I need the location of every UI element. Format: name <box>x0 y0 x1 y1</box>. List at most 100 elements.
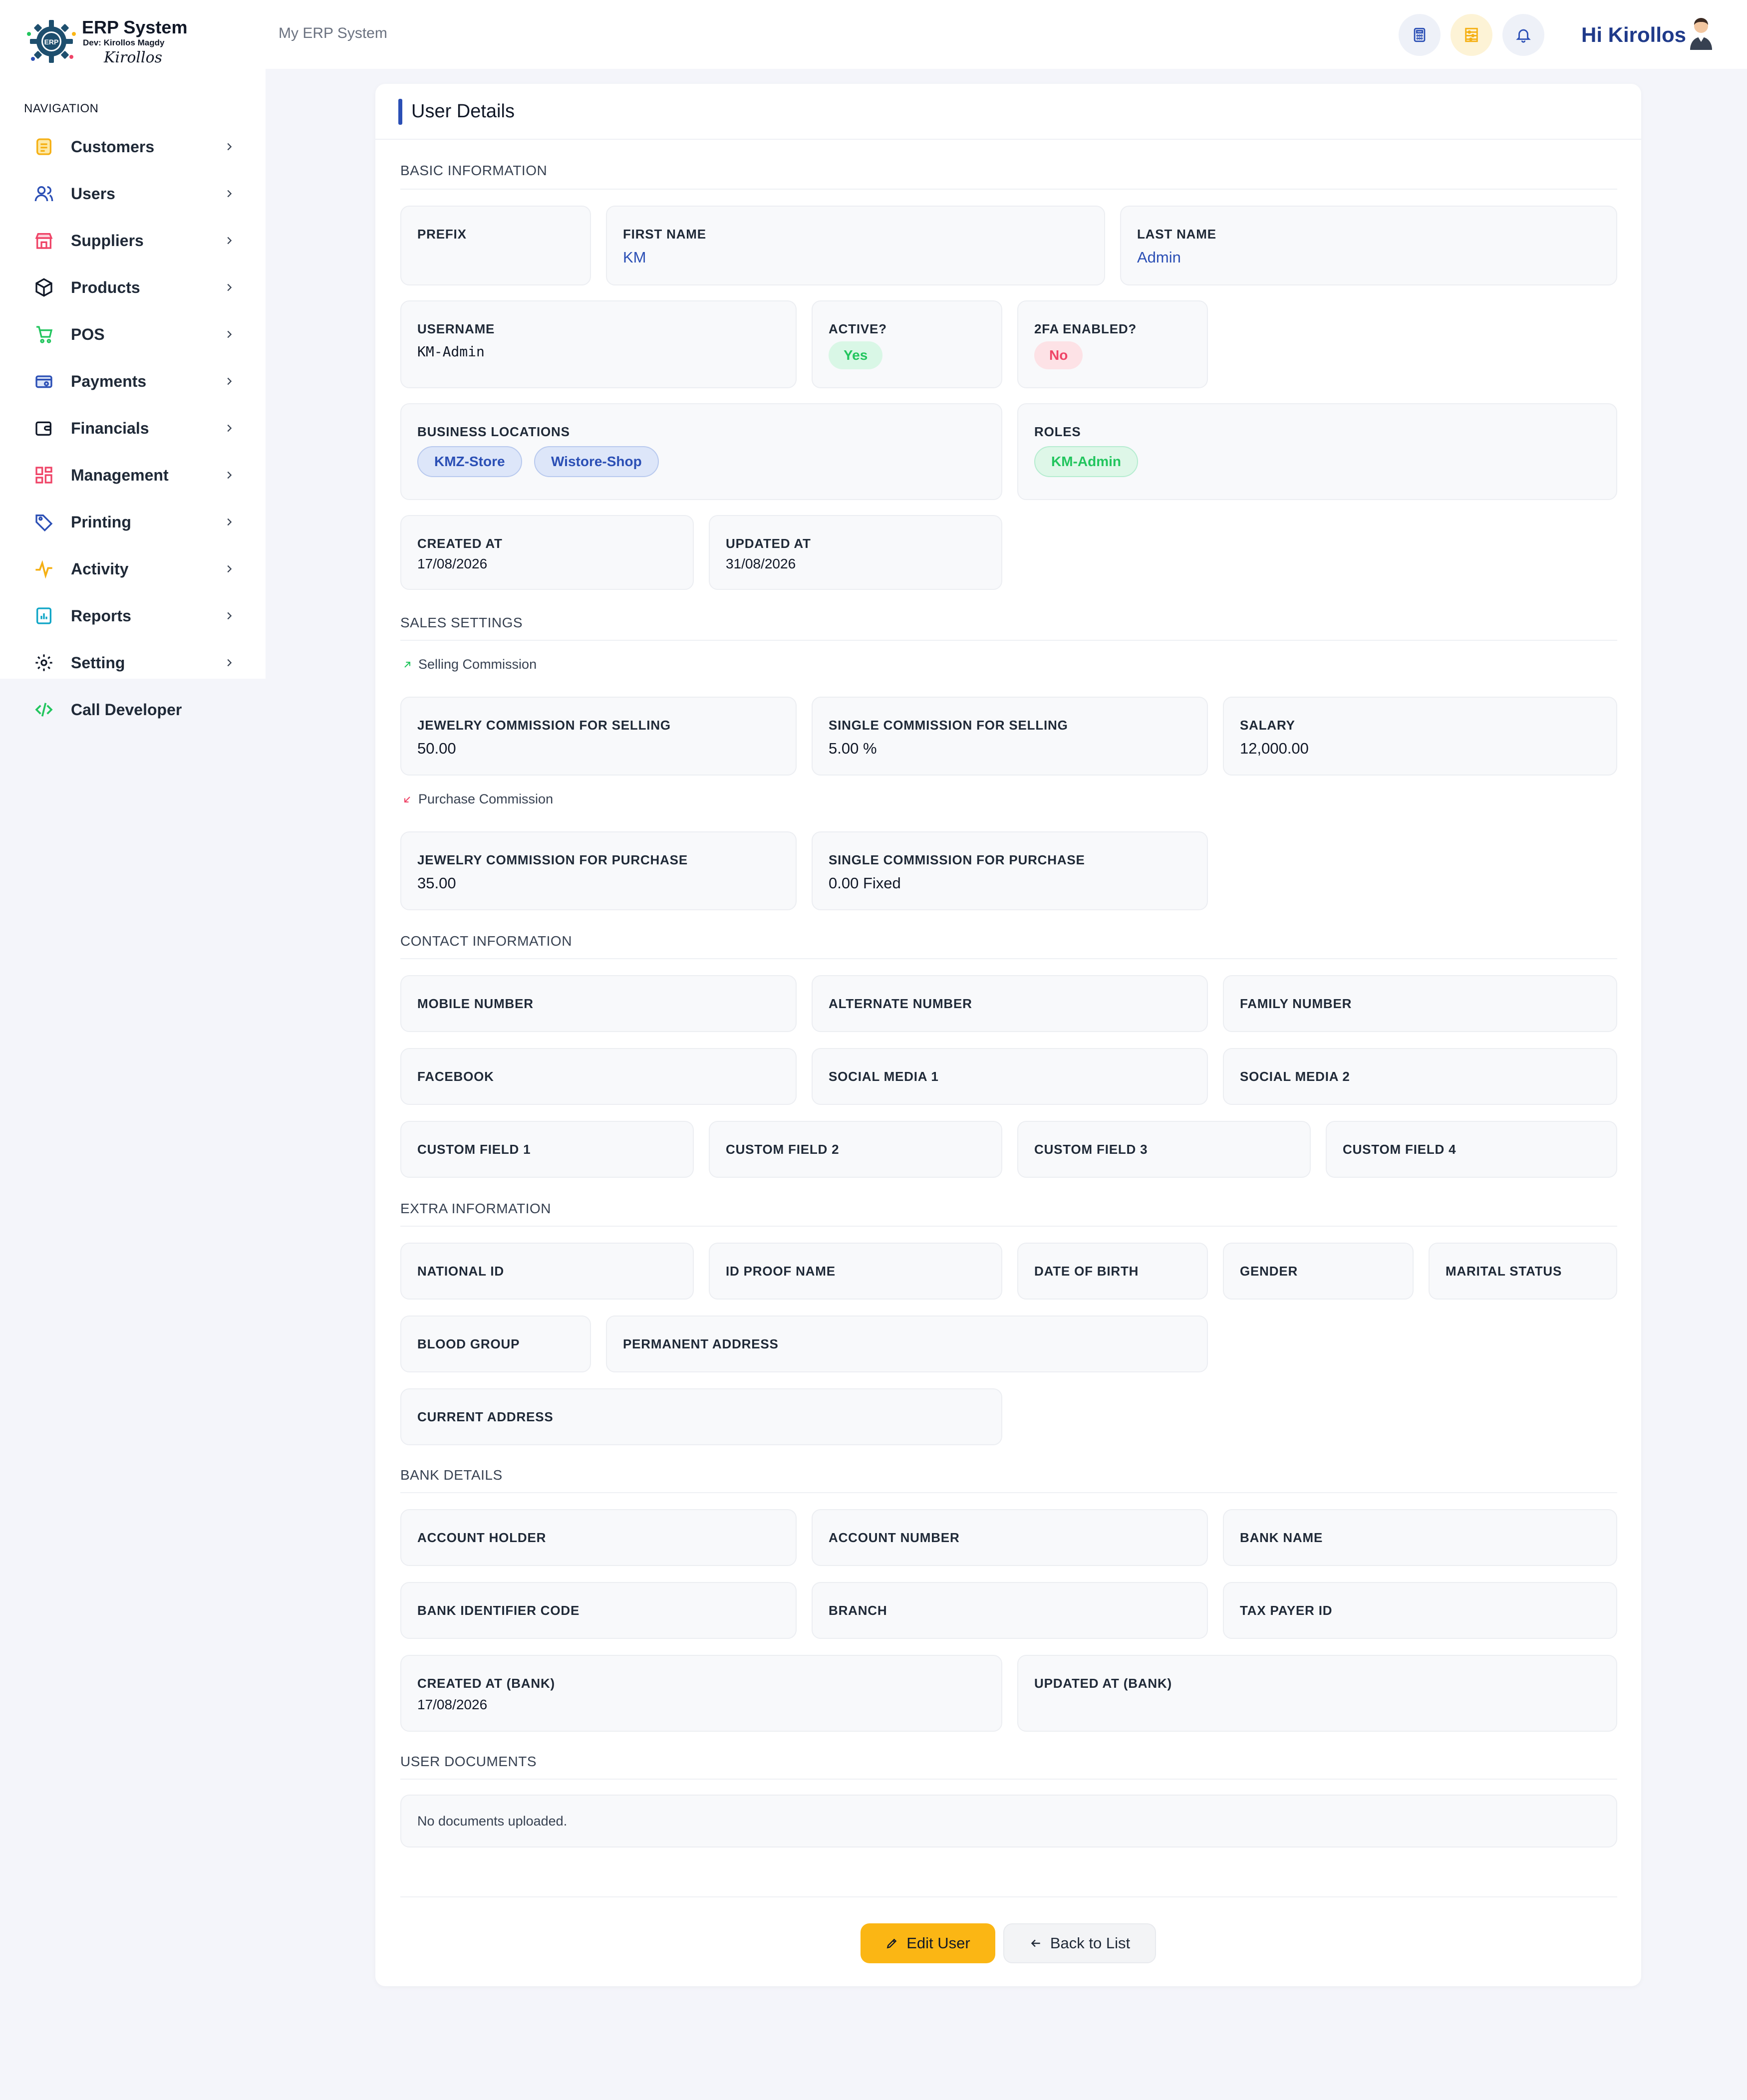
status-badge: Yes <box>829 341 883 369</box>
field-bank-identifier-code: BANK IDENTIFIER CODE <box>400 1582 797 1639</box>
sidebar-item-label: Payments <box>71 372 147 390</box>
sidebar-item-call-developer[interactable]: Call Developer <box>32 695 237 725</box>
field-label: ALTERNATE NUMBER <box>829 996 972 1011</box>
sidebar-item-label: Setting <box>71 653 125 672</box>
field-jewelry-commission-purchase: JEWELRY COMMISSION FOR PURCHASE 35.00 <box>400 831 797 910</box>
field-2fa: 2FA ENABLED? No <box>1017 300 1208 388</box>
section-basic-info: BASIC INFORMATION <box>400 163 548 178</box>
field-label: BANK IDENTIFIER CODE <box>417 1602 580 1618</box>
field-label: JEWELRY COMMISSION FOR PURCHASE <box>417 852 688 867</box>
sidebar-item-setting[interactable]: Setting <box>32 648 237 678</box>
documents-empty-state: No documents uploaded. <box>400 1795 1617 1847</box>
field-label: NATIONAL ID <box>417 1263 504 1279</box>
calculator-button[interactable] <box>1399 14 1441 56</box>
field-value: 0.00 Fixed <box>829 874 901 892</box>
sidebar-item-products[interactable]: Products <box>32 272 237 302</box>
field-label: BANK NAME <box>1240 1530 1323 1545</box>
app-title: My ERP System <box>279 25 387 41</box>
field-salary: SALARY 12,000.00 <box>1223 697 1617 776</box>
field-label: SOCIAL MEDIA 2 <box>1240 1068 1350 1084</box>
field-tax-payer-id: TAX PAYER ID <box>1223 1582 1617 1639</box>
field-label: TAX PAYER ID <box>1240 1602 1333 1618</box>
status-badge: No <box>1034 341 1083 369</box>
chevron-right-icon <box>222 280 237 295</box>
field-bank-updated-at: UPDATED AT (BANK) <box>1017 1655 1617 1732</box>
field-facebook: FACEBOOK <box>400 1048 797 1105</box>
field-value: KM-Admin <box>417 343 485 360</box>
sidebar-item-label: Management <box>71 466 169 484</box>
edit-user-button[interactable]: Edit User <box>861 1923 995 1963</box>
sidebar-item-activity[interactable]: Activity <box>32 554 237 584</box>
wallet-icon <box>32 416 56 440</box>
empty-message: No documents uploaded. <box>417 1814 568 1829</box>
back-to-list-button[interactable]: Back to List <box>1003 1923 1156 1963</box>
field-label: ACCOUNT NUMBER <box>829 1530 960 1545</box>
gear-icon <box>32 651 56 675</box>
abacus-button[interactable] <box>1451 14 1492 56</box>
sidebar-item-suppliers[interactable]: Suppliers <box>32 226 237 256</box>
field-label: FAMILY NUMBER <box>1240 996 1352 1011</box>
field-value: 31/08/2026 <box>726 556 796 571</box>
purchase-commission-heading: Purchase Commission <box>400 791 553 807</box>
page-title: User Details <box>411 101 515 122</box>
title-accent-bar <box>398 99 402 125</box>
sidebar-item-label: Suppliers <box>71 231 144 250</box>
subsection-label: Purchase Commission <box>418 791 554 806</box>
field-label: CUSTOM FIELD 2 <box>726 1141 840 1157</box>
field-updated-at: UPDATED AT 31/08/2026 <box>709 515 1002 590</box>
field-blood-group: BLOOD GROUP <box>400 1315 591 1372</box>
field-label: CREATED AT (BANK) <box>417 1676 555 1691</box>
field-gender: GENDER <box>1223 1243 1414 1300</box>
sidebar-item-label: Products <box>71 278 140 296</box>
sidebar-item-printing[interactable]: Printing <box>32 507 237 537</box>
abacus-icon <box>1465 27 1478 42</box>
payment-icon <box>32 369 56 393</box>
field-business-locations: BUSINESS LOCATIONS KMZ-Store Wistore-Sho… <box>400 403 1002 500</box>
nav-heading: NAVIGATION <box>24 102 99 115</box>
brand-dev-line: Dev: Kirollos Magdy <box>83 38 165 47</box>
chevron-right-icon <box>222 421 237 436</box>
sidebar-item-pos[interactable]: POS <box>32 319 237 349</box>
field-username: USERNAME KM-Admin <box>400 300 797 388</box>
sidebar-item-label: Printing <box>71 513 131 531</box>
field-label: GENDER <box>1240 1263 1298 1279</box>
sidebar-item-financials[interactable]: Financials <box>32 413 237 443</box>
user-greeting[interactable]: Hi Kirollos <box>1581 23 1686 47</box>
avatar[interactable] <box>1687 17 1715 50</box>
sidebar-item-label: Call Developer <box>71 700 182 719</box>
brand-logo[interactable]: ERP ERP System Dev: Kirollos Magdy Kirol… <box>24 14 187 74</box>
field-value: 17/08/2026 <box>417 1697 488 1712</box>
field-label: SINGLE COMMISSION FOR SELLING <box>829 718 1068 733</box>
chevron-right-icon <box>222 139 237 154</box>
chevron-right-icon <box>222 233 237 248</box>
chevron-right-icon <box>222 468 237 483</box>
field-account-number: ACCOUNT NUMBER <box>812 1509 1208 1566</box>
sidebar-item-label: Activity <box>71 559 129 578</box>
sidebar-item-management[interactable]: Management <box>32 460 237 490</box>
field-label: CURRENT ADDRESS <box>417 1409 554 1424</box>
section-extra-info: EXTRA INFORMATION <box>400 1201 551 1216</box>
sidebar-item-users[interactable]: Users <box>32 179 237 209</box>
sidebar-item-payments[interactable]: Payments <box>32 366 237 396</box>
divider <box>400 1779 1617 1780</box>
sidebar-item-customers[interactable]: Customers <box>32 132 237 162</box>
box-icon <box>32 275 56 299</box>
sidebar-item-reports[interactable]: Reports <box>32 601 237 631</box>
field-label: BRANCH <box>829 1602 887 1618</box>
pencil-icon <box>886 1938 897 1949</box>
field-value: 5.00 % <box>829 740 877 757</box>
chevron-right-icon <box>222 655 237 670</box>
field-label: USERNAME <box>417 321 495 336</box>
chevron-right-icon <box>222 515 237 529</box>
section-sales-settings: SALES SETTINGS <box>400 615 523 630</box>
field-label: JEWELRY COMMISSION FOR SELLING <box>417 718 671 733</box>
field-alternate-number: ALTERNATE NUMBER <box>812 975 1208 1032</box>
arrow-down-left-icon <box>400 792 414 806</box>
notifications-button[interactable] <box>1502 14 1544 56</box>
divider <box>400 640 1617 641</box>
chevron-right-icon <box>222 186 237 201</box>
field-value: 50.00 <box>417 740 456 757</box>
field-label: SINGLE COMMISSION FOR PURCHASE <box>829 852 1085 867</box>
activity-icon <box>32 557 56 581</box>
field-prefix: PREFIX <box>400 206 591 285</box>
